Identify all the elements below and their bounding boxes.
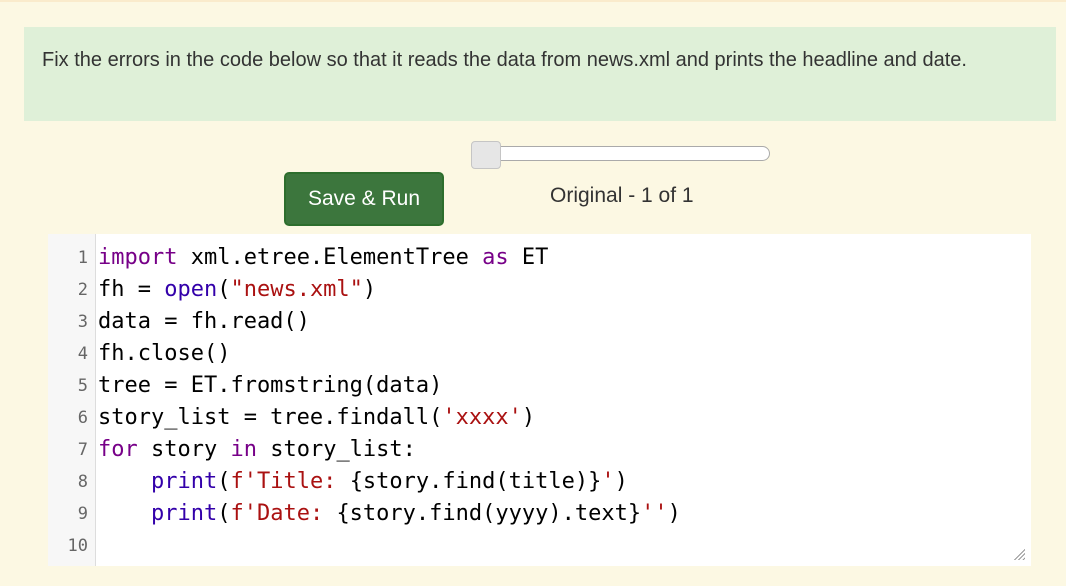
code-line[interactable]: 8 print(f'Title: {story.find(title)}') [48, 466, 1031, 498]
code-token: ET [508, 245, 549, 270]
line-number: 10 [67, 536, 88, 556]
line-number: 6 [77, 408, 88, 428]
code-token: fh = [98, 277, 165, 302]
code-token: for [98, 437, 138, 462]
code-token: f'Title: [230, 469, 350, 494]
line-number: 2 [77, 280, 88, 300]
code-line[interactable]: 10 [48, 530, 1031, 562]
line-code: fh.close() [98, 338, 230, 370]
code-editor[interactable]: 1 import xml.etree.ElementTree as ET 2 fh =… [48, 234, 1031, 566]
code-token: ( [217, 469, 231, 494]
code-token: import [98, 245, 178, 270]
code-token: open [164, 277, 218, 302]
code-token: '' [641, 501, 668, 526]
line-code: story_list = tree.findall('xxxx') [98, 402, 535, 434]
code-line[interactable]: 1 import xml.etree.ElementTree as ET [48, 242, 1031, 274]
line-number: 8 [77, 472, 88, 492]
save-and-run-button[interactable]: Save & Run [284, 172, 444, 226]
line-number: 3 [77, 312, 88, 332]
exercise-instructions: Fix the errors in the code below so that… [24, 27, 1056, 121]
code-token: print [150, 469, 218, 494]
line-code: print(f'Date: {story.find(yyyy).text}'') [98, 498, 681, 530]
code-token: in [230, 437, 257, 462]
code-line[interactable]: 7 for story in story_list: [48, 434, 1031, 466]
line-code: tree = ET.fromstring(data) [98, 370, 442, 402]
top-border [0, 0, 1066, 2]
code-line[interactable]: 6 story_list = tree.findall('xxxx') [48, 402, 1031, 434]
code-token: {story.find(yyyy).text} [336, 501, 642, 526]
scrubber-status-label: Original - 1 of 1 [550, 184, 694, 207]
code-token: story_list: [256, 437, 416, 462]
code-line[interactable]: 5 tree = ET.fromstring(data) [48, 370, 1031, 402]
code-line[interactable]: 3 data = fh.read() [48, 306, 1031, 338]
line-code: for story in story_list: [98, 434, 416, 466]
code-token: tree = ET.fromstring(data) [98, 373, 443, 398]
code-token: {story.find(title)} [349, 469, 602, 494]
code-token: 'xxxx' [442, 405, 522, 430]
code-token: ) [614, 469, 628, 494]
history-slider-handle[interactable] [471, 141, 501, 169]
code-token: ( [217, 277, 231, 302]
line-code: data = fh.read() [98, 306, 310, 338]
history-slider-track[interactable] [472, 146, 770, 161]
line-number: 9 [77, 504, 88, 524]
line-number: 4 [77, 344, 88, 364]
code-line[interactable]: 2 fh = open("news.xml") [48, 274, 1031, 306]
code-line[interactable]: 4 fh.close() [48, 338, 1031, 370]
line-code: import xml.etree.ElementTree as ET [98, 242, 548, 274]
code-lines: 1 import xml.etree.ElementTree as ET 2 fh =… [48, 242, 1031, 562]
code-token: print [150, 501, 218, 526]
line-number: 1 [77, 248, 88, 268]
code-token: story [137, 437, 231, 462]
code-token: as [482, 245, 509, 270]
code-token: ) [521, 405, 536, 430]
code-token: ) [667, 501, 681, 526]
line-code: print(f'Title: {story.find(title)}') [98, 466, 628, 498]
code-token: data = fh.read() [98, 309, 310, 334]
code-token: ) [362, 277, 377, 302]
line-number: 7 [77, 440, 88, 460]
code-token: ' [601, 469, 615, 494]
line-code: fh = open("news.xml") [98, 274, 376, 306]
code-token: fh.close() [98, 341, 231, 366]
code-token: xml.etree.ElementTree [177, 245, 483, 270]
code-line[interactable]: 9 print(f'Date: {story.find(yyyy).text}'… [48, 498, 1031, 530]
code-token: story_list = tree.findall( [98, 405, 443, 430]
code-token: ( [217, 501, 231, 526]
line-number: 5 [77, 376, 88, 396]
code-token: f'Date: [230, 501, 337, 526]
code-token: "news.xml" [230, 277, 363, 302]
